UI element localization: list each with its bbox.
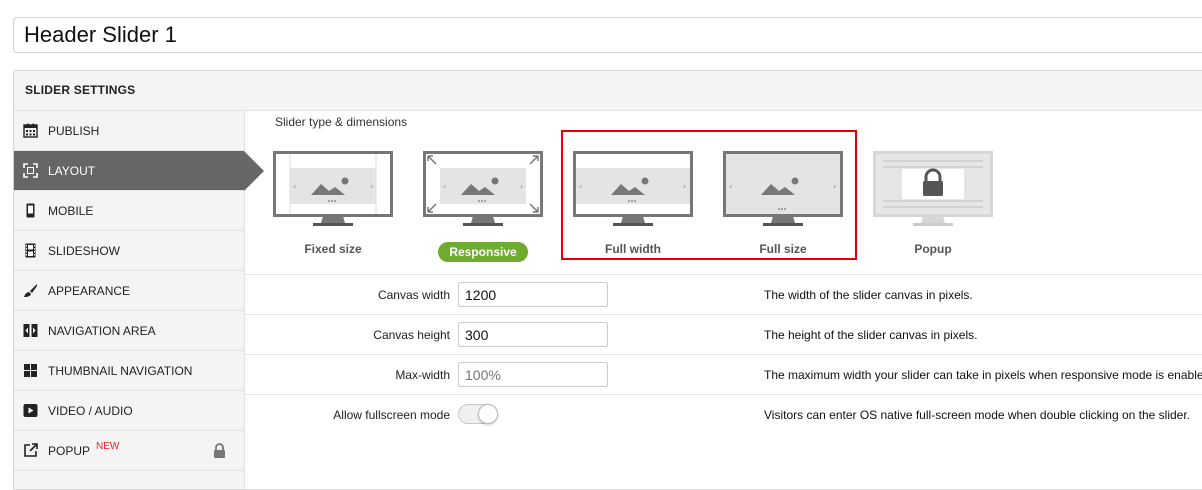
navigation-arrows-icon — [22, 323, 38, 339]
svg-text:‹: ‹ — [443, 182, 446, 191]
sidebar-item-label: LAYOUT — [48, 163, 96, 178]
svg-text:‹: ‹ — [729, 182, 732, 191]
settings-sidebar: PUBLISH LAYOUT MOBILE SLIDESHOW APPEARAN… — [14, 111, 264, 489]
sidebar-item-mobile[interactable]: MOBILE — [14, 191, 244, 231]
slider-type-label: Fixed size — [304, 242, 362, 256]
canvas-width-input[interactable] — [458, 282, 608, 307]
sidebar-item-label: POPUP — [48, 443, 91, 458]
calendar-icon — [22, 123, 38, 139]
setting-label: Allow fullscreen mode — [333, 408, 450, 422]
slider-type-label: Full size — [759, 242, 807, 256]
full-width-monitor-icon: ‹ › — [573, 151, 693, 226]
settings-rows: Canvas width The width of the slider can… — [245, 274, 1202, 434]
sidebar-item-label: MOBILE — [48, 203, 94, 218]
lock-icon — [213, 443, 226, 461]
setting-description: The maximum width your slider can take i… — [764, 368, 1202, 382]
sidebar-item-slideshow[interactable]: SLIDESHOW — [14, 231, 244, 271]
sidebar-item-label: NAVIGATION AREA — [48, 323, 156, 338]
setting-label: Canvas width — [377, 288, 450, 302]
setting-label: Canvas height — [373, 328, 450, 342]
fullscreen-toggle[interactable] — [458, 404, 498, 424]
slider-settings-panel: SLIDER SETTINGS PUBLISH LAYOUT MOBILE SL… — [13, 70, 1202, 490]
expand-icon — [22, 163, 38, 179]
canvas-height-input[interactable] — [458, 322, 608, 347]
sidebar-item-label: THUMBNAIL NAVIGATION — [48, 363, 193, 378]
setting-row-max-width: Max-width The maximum width your slider … — [245, 354, 1202, 394]
setting-label: Max-width — [395, 368, 450, 382]
sidebar-item-navigation-area[interactable]: NAVIGATION AREA — [14, 311, 244, 351]
play-icon — [22, 403, 38, 419]
responsive-monitor-icon: ‹ › — [423, 151, 543, 226]
sidebar-item-label: APPEARANCE — [48, 283, 131, 298]
slider-type-responsive[interactable]: ‹ › Responsive — [423, 151, 543, 262]
slider-type-section-label: Slider type & dimensions — [275, 115, 408, 129]
popup-monitor-lock-icon — [873, 151, 993, 226]
setting-description: The width of the slider canvas in pixels… — [764, 288, 973, 302]
toggle-knob — [478, 404, 498, 424]
setting-row-canvas-height: Canvas height The height of the slider c… — [245, 314, 1202, 354]
brush-icon — [22, 283, 38, 299]
setting-description: Visitors can enter OS native full-screen… — [764, 408, 1191, 422]
sidebar-item-label: PUBLISH — [48, 123, 100, 138]
sidebar-item-label: VIDEO / AUDIO — [48, 403, 133, 418]
sidebar-item-label: SLIDESHOW — [48, 243, 121, 258]
slider-type-fixed-size[interactable]: ‹ › Fixed size — [273, 151, 393, 256]
slider-type-label: Responsive — [438, 242, 528, 262]
slider-type-full-width[interactable]: ‹ › Full width — [573, 151, 693, 256]
sidebar-item-video-audio[interactable]: VIDEO / AUDIO — [14, 391, 244, 431]
grid-icon — [22, 363, 38, 379]
sidebar-item-popup[interactable]: POPUP NEW — [14, 431, 244, 471]
panel-header: SLIDER SETTINGS — [14, 71, 1202, 111]
slider-type-label: Full width — [605, 242, 661, 256]
fixed-size-monitor-icon: ‹ › — [273, 151, 393, 226]
setting-row-allow-fullscreen: Allow fullscreen mode Visitors can enter… — [245, 394, 1202, 434]
sidebar-item-layout[interactable]: LAYOUT — [14, 151, 264, 191]
setting-row-canvas-width: Canvas width The width of the slider can… — [245, 274, 1202, 314]
sidebar-item-thumbnail-navigation[interactable]: THUMBNAIL NAVIGATION — [14, 351, 244, 391]
max-width-input[interactable] — [458, 362, 608, 387]
full-size-monitor-icon: ‹ › — [723, 151, 843, 226]
slider-title-input[interactable] — [13, 17, 1202, 53]
svg-text:›: › — [683, 182, 686, 191]
setting-description: The height of the slider canvas in pixel… — [764, 328, 978, 342]
svg-text:‹: ‹ — [579, 182, 582, 191]
svg-text:›: › — [833, 182, 836, 191]
slider-type-popup[interactable]: Popup — [873, 151, 993, 256]
svg-text:›: › — [520, 182, 523, 191]
sidebar-item-appearance[interactable]: APPEARANCE — [14, 271, 244, 311]
external-link-icon — [22, 443, 38, 459]
new-badge: NEW — [96, 441, 120, 452]
film-icon — [22, 243, 38, 259]
slider-type-full-size[interactable]: ‹ › Full size — [723, 151, 843, 256]
mobile-icon — [22, 203, 38, 219]
svg-text:‹: ‹ — [293, 182, 296, 191]
slider-type-label: Popup — [914, 242, 952, 256]
sidebar-item-publish[interactable]: PUBLISH — [14, 111, 244, 151]
layout-content: Slider type & dimensions ‹› Fixed size — [245, 111, 1202, 489]
svg-text:›: › — [370, 182, 373, 191]
